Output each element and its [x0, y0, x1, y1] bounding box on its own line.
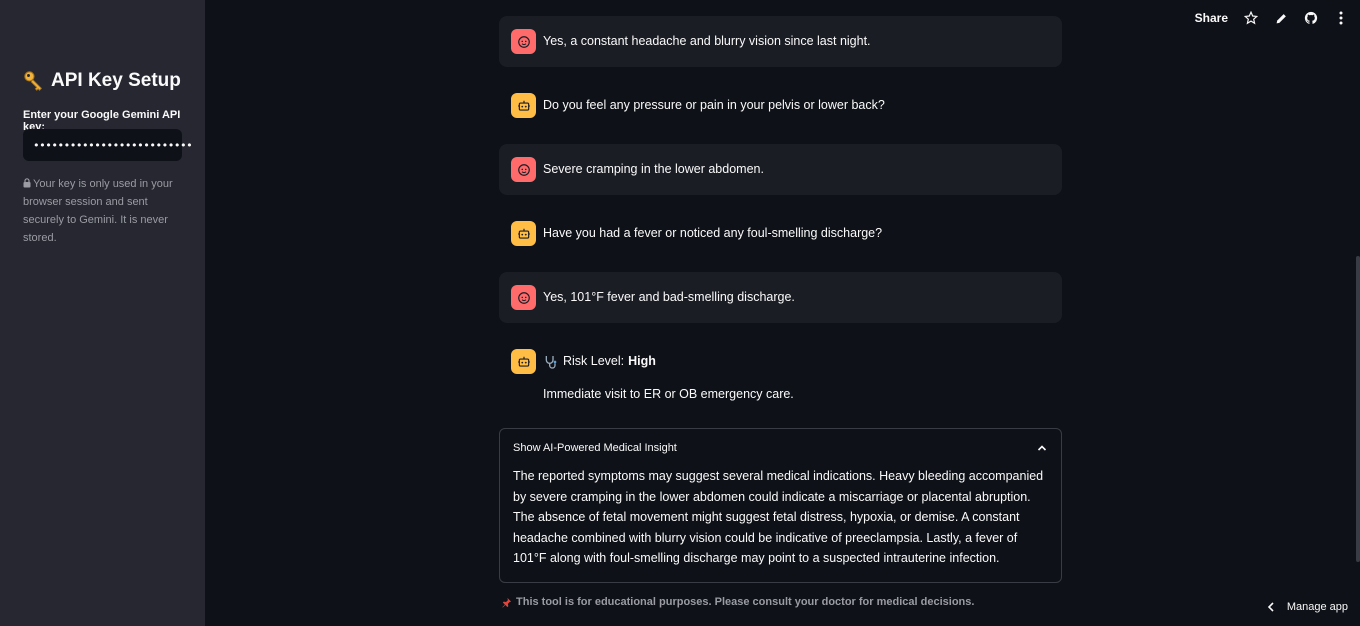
expander-body: The reported symptoms may suggest severa… [513, 469, 1044, 565]
star-icon[interactable] [1244, 11, 1258, 25]
robot-icon [517, 228, 530, 239]
api-key-note-text: Your key is only used in your browser se… [23, 178, 173, 244]
disclaimer: This tool is for educational purposes. P… [501, 596, 974, 608]
manage-app-button[interactable]: Manage app [1267, 601, 1348, 613]
user-avatar [511, 157, 536, 182]
stethoscope-icon [545, 355, 557, 369]
api-key-input[interactable]: •••••••••••••••••••••••••• [23, 129, 193, 161]
medical-insight-expander: Show AI-Powered Medical Insight The repo… [499, 428, 1062, 583]
share-button[interactable]: Share [1195, 11, 1228, 25]
user-avatar [511, 285, 536, 310]
chat-message-user: Severe cramping in the lower abdomen. [499, 144, 1062, 195]
risk-level-line: Risk Level: High [543, 349, 794, 374]
risk-level-label: Risk Level: [563, 354, 625, 368]
robot-icon [517, 356, 530, 367]
expander-header[interactable]: Show AI-Powered Medical Insight [500, 429, 1061, 466]
assistant-avatar [511, 349, 536, 374]
chat-container: Yes, a constant headache and blurry visi… [499, 16, 1062, 433]
assistant-avatar [511, 93, 536, 118]
robot-icon [517, 100, 530, 111]
chevron-up-icon [1037, 444, 1047, 451]
chat-message-user: Yes, 101°F fever and bad-smelling discha… [499, 272, 1062, 323]
more-vertical-icon[interactable] [1334, 11, 1348, 25]
pencil-icon[interactable] [1274, 11, 1288, 25]
risk-level-value: High [628, 354, 656, 368]
scrollbar[interactable] [1356, 256, 1360, 562]
chat-message-text: Yes, 101°F fever and bad-smelling discha… [543, 290, 795, 304]
github-icon[interactable] [1304, 11, 1318, 25]
chat-message-text: Severe cramping in the lower abdomen. [543, 162, 764, 176]
user-face-icon [517, 291, 530, 304]
sidebar-title-text: API Key Setup [51, 70, 181, 91]
user-avatar [511, 29, 536, 54]
user-face-icon [517, 163, 530, 176]
pushpin-icon [502, 597, 512, 608]
disclaimer-text: This tool is for educational purposes. P… [516, 596, 975, 608]
api-key-value: •••••••••••••••••••••••••• [33, 138, 193, 152]
user-face-icon [517, 35, 530, 48]
sidebar-title: API Key Setup [23, 70, 181, 92]
risk-assessment: Risk Level: High Immediate visit to ER o… [543, 349, 794, 407]
api-key-note: Your key is only used in your browser se… [23, 175, 185, 247]
expander-label: Show AI-Powered Medical Insight [513, 441, 677, 454]
chat-message-assistant-risk: Risk Level: High Immediate visit to ER o… [499, 336, 1062, 420]
lock-icon [23, 178, 31, 188]
chat-message-text: Yes, a constant headache and blurry visi… [543, 34, 871, 48]
chat-message-text: Do you feel any pressure or pain in your… [543, 98, 885, 112]
toolbar: Share [1195, 8, 1348, 28]
chat-message-assistant: Do you feel any pressure or pain in your… [499, 80, 1062, 131]
chat-message-assistant: Have you had a fever or noticed any foul… [499, 208, 1062, 259]
assistant-avatar [511, 221, 536, 246]
manage-app-label: Manage app [1286, 601, 1348, 613]
chat-message-text: Have you had a fever or noticed any foul… [543, 226, 883, 240]
chat-message-user: Yes, a constant headache and blurry visi… [499, 16, 1062, 67]
sidebar: API Key Setup Enter your Google Gemini A… [0, 0, 205, 626]
key-icon [24, 71, 42, 91]
chevron-left-icon [1267, 602, 1274, 612]
risk-action: Immediate visit to ER or OB emergency ca… [543, 387, 794, 401]
